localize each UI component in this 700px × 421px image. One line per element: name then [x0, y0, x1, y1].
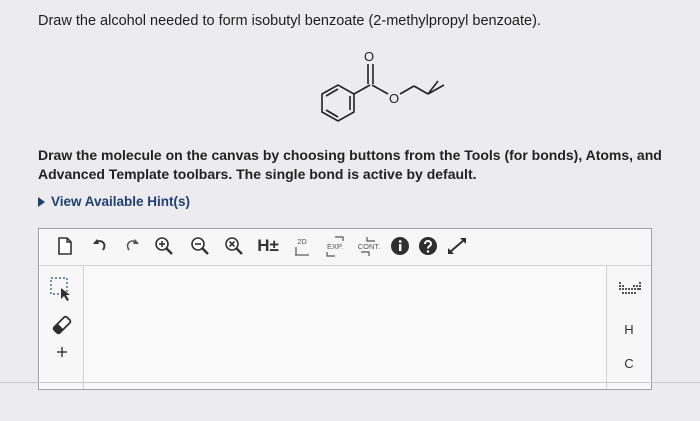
ester-oxygen-label: O [389, 91, 399, 106]
contract-button[interactable]: CONT. [353, 233, 385, 259]
exp-label: EXP. [326, 241, 344, 251]
eraser-tool-icon[interactable] [49, 312, 75, 338]
question-text: Draw the alcohol needed to form isobutyl… [38, 13, 541, 29]
expand-button[interactable]: EXP. [321, 233, 349, 259]
selection-tool-icon[interactable] [49, 276, 75, 302]
divider [0, 382, 700, 383]
zoom-in-icon[interactable] [153, 233, 175, 259]
redo-icon[interactable] [121, 233, 143, 259]
atom-c-button[interactable]: C [607, 356, 651, 371]
instructions-text: Draw the molecule on the canvas by choos… [38, 147, 662, 182]
new-document-icon[interactable] [55, 233, 75, 259]
tools-toolbar [39, 266, 84, 389]
info-icon[interactable] [389, 233, 411, 259]
zoom-out-icon[interactable] [189, 233, 211, 259]
expand-triangle-icon [38, 196, 45, 207]
carbonyl-oxygen-label: O [364, 49, 374, 64]
atom-h-button[interactable]: H [607, 322, 651, 337]
isobutyl-benzoate-structure: O O [321, 49, 445, 122]
molecule-editor: H± 2D EXP. CONT. H C [38, 228, 652, 390]
view-hints-link[interactable]: View Available Hint(s) [38, 194, 190, 209]
clear-icon[interactable] [223, 233, 245, 259]
fullscreen-icon[interactable] [445, 233, 469, 259]
2d-clean-button[interactable]: 2D [289, 233, 315, 259]
cont-label: CONT. [357, 241, 381, 251]
view-hints-label: View Available Hint(s) [51, 194, 191, 209]
undo-icon[interactable] [89, 233, 111, 259]
atoms-toolbar: H C [606, 266, 651, 389]
2d-label: 2D [297, 236, 307, 246]
drawing-canvas[interactable] [84, 266, 606, 389]
add-charge-icon[interactable] [49, 340, 75, 364]
periodic-table-icon[interactable] [617, 280, 643, 296]
help-icon[interactable] [417, 233, 439, 259]
hydrogen-toggle-button[interactable]: H± [251, 233, 285, 259]
top-toolbar: H± 2D EXP. CONT. [39, 229, 651, 266]
